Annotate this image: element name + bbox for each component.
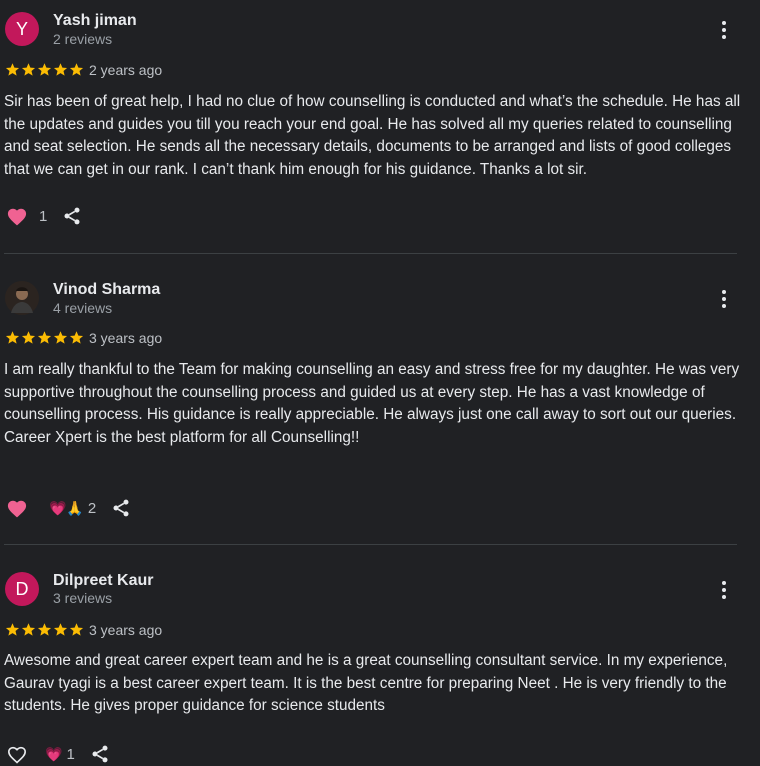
review-text: Awesome and great career expert team and…: [4, 652, 728, 714]
heart-outline-icon[interactable]: [5, 742, 29, 766]
avatar-initial: Y: [15, 18, 28, 39]
share-icon[interactable]: [110, 497, 132, 519]
more-options-button[interactable]: [714, 289, 734, 309]
more-options-button[interactable]: [714, 580, 734, 600]
review-actions: 💗 1: [5, 742, 111, 766]
reaction-emojis[interactable]: 💗🙏: [49, 501, 84, 515]
reviewer-review-count: 2 reviews: [53, 31, 113, 47]
review-date: 2 years ago: [89, 62, 163, 78]
review-card: Vinod Sharma 4 reviews 3 years ago I am …: [0, 254, 760, 544]
reaction-count: 2: [87, 499, 97, 517]
star-icon: [5, 331, 20, 344]
star-icon: [69, 63, 84, 76]
star-rating: [5, 330, 84, 345]
reviewer-name[interactable]: Dilpreet Kaur: [53, 572, 153, 590]
avatar[interactable]: D: [5, 572, 39, 606]
star-icon: [21, 623, 36, 636]
reviewer-review-count: 4 reviews: [53, 300, 113, 316]
review-date: 3 years ago: [89, 330, 163, 346]
star-icon: [5, 623, 20, 636]
reviewer-review-count: 3 reviews: [53, 590, 113, 606]
heart-icon[interactable]: [5, 204, 29, 228]
more-options-button[interactable]: [714, 20, 734, 40]
profile-photo: [5, 281, 39, 315]
star-icon: [5, 63, 20, 76]
review-text: Sir has been of great help, I had no clu…: [4, 93, 741, 178]
reviewer-name[interactable]: Yash jiman: [53, 12, 137, 30]
star-icon: [69, 623, 84, 636]
share-icon[interactable]: [61, 205, 83, 227]
star-icon: [37, 623, 52, 636]
star-icon: [37, 331, 52, 344]
review-card: D Dilpreet Kaur 3 reviews 3 years ago Aw…: [0, 545, 760, 765]
star-icon: [21, 63, 36, 76]
star-icon: [37, 63, 52, 76]
star-icon: [21, 331, 36, 344]
star-icon: [53, 63, 68, 76]
reaction-emojis[interactable]: 💗: [45, 747, 62, 761]
review-text: I am really thankful to the Team for mak…: [4, 361, 740, 446]
avatar[interactable]: Y: [5, 12, 39, 46]
avatar[interactable]: [5, 281, 39, 315]
star-icon: [53, 331, 68, 344]
star-icon: [69, 331, 84, 344]
star-rating: [5, 622, 84, 637]
review-actions: 💗🙏 2: [5, 496, 132, 520]
review-date: 3 years ago: [89, 622, 163, 638]
reviewer-name[interactable]: Vinod Sharma: [53, 281, 160, 299]
reaction-count: 1: [39, 207, 48, 225]
star-rating: [5, 62, 84, 77]
heart-icon[interactable]: [5, 496, 29, 520]
review-actions: 1: [5, 204, 83, 228]
avatar-initial: D: [15, 578, 29, 599]
share-icon[interactable]: [89, 743, 111, 765]
reaction-count: 1: [66, 745, 75, 763]
star-icon: [53, 623, 68, 636]
review-card: Y Yash jiman 2 reviews 2 years ago Sir h…: [0, 0, 760, 254]
